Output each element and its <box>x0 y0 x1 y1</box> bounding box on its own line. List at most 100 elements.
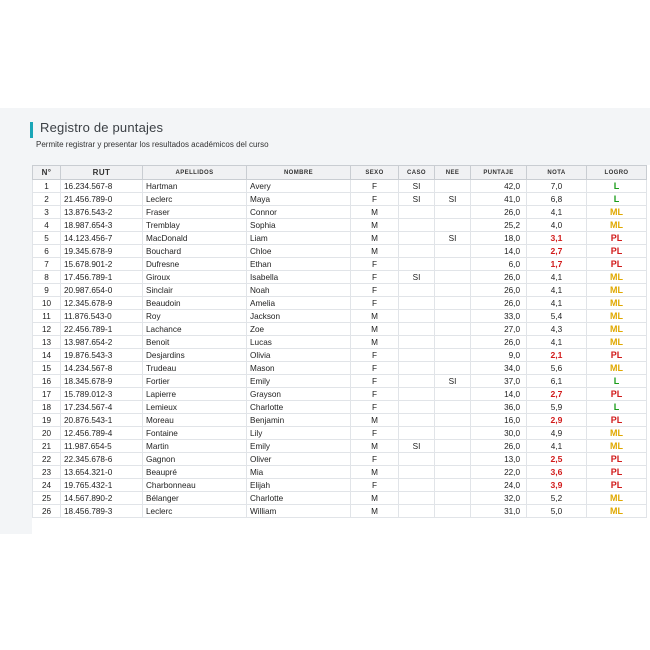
cell-apellidos: Leclerc <box>142 504 247 518</box>
cell-sexo: F <box>350 400 399 414</box>
cell-caso <box>398 244 435 258</box>
table-row[interactable]: 13 13.987.654-2 Benoit Lucas M 26,0 4,1 ML <box>32 335 647 349</box>
cell-logro: ML <box>586 205 647 219</box>
cell-logro: ML <box>586 361 647 375</box>
column-header-puntaje: PUNTAJE <box>470 165 527 180</box>
cell-rut: 14.567.890-2 <box>60 491 143 505</box>
table-row[interactable]: 18 17.234.567-4 Lemieux Charlotte F 36,0 5,9 L <box>32 400 647 414</box>
table-row[interactable]: 5 14.123.456-7 MacDonald Liam M SI 18,0 3,1 PL <box>32 231 647 245</box>
cell-logro: L <box>586 400 647 414</box>
cell-apellidos: Fontaine <box>142 426 247 440</box>
cell-nee <box>434 205 471 219</box>
cell-nombre: Ethan <box>246 257 351 271</box>
table-row[interactable]: 14 19.876.543-3 Desjardins Olivia F 9,0 2,1 PL <box>32 348 647 362</box>
cell-number: 5 <box>32 231 61 245</box>
cell-number: 26 <box>32 504 61 518</box>
cell-nombre: Olivia <box>246 348 351 362</box>
cell-apellidos: Beaupré <box>142 465 247 479</box>
cell-apellidos: Beaudoin <box>142 296 247 310</box>
cell-nota: 1,7 <box>526 257 587 271</box>
cell-sexo: F <box>350 179 399 193</box>
table-row[interactable]: 22 22.345.678-6 Gagnon Oliver F 13,0 2,5 PL <box>32 452 647 466</box>
cell-puntaje: 26,0 <box>470 296 527 310</box>
table-row[interactable]: 15 14.234.567-8 Trudeau Mason F 34,0 5,6 ML <box>32 361 647 375</box>
cell-rut: 19.876.543-3 <box>60 348 143 362</box>
cell-apellidos: Lemieux <box>142 400 247 414</box>
table-row[interactable]: 19 20.876.543-1 Moreau Benjamin M 16,0 2,9 PL <box>32 413 647 427</box>
cell-nombre: Isabella <box>246 270 351 284</box>
cell-apellidos: Giroux <box>142 270 247 284</box>
cell-nee <box>434 361 471 375</box>
cell-apellidos: Hartman <box>142 179 247 193</box>
table-row[interactable]: 23 13.654.321-0 Beaupré Mia M 22,0 3,6 PL <box>32 465 647 479</box>
cell-sexo: F <box>350 478 399 492</box>
cell-number: 19 <box>32 413 61 427</box>
table-row[interactable]: 16 18.345.678-9 Fortier Emily F SI 37,0 6,1 L <box>32 374 647 388</box>
cell-caso <box>398 309 435 323</box>
cell-sexo: F <box>350 387 399 401</box>
cell-number: 12 <box>32 322 61 336</box>
cell-number: 4 <box>32 218 61 232</box>
cell-rut: 19.345.678-9 <box>60 244 143 258</box>
cell-logro: L <box>586 179 647 193</box>
cell-nombre: Oliver <box>246 452 351 466</box>
cell-logro: PL <box>586 257 647 271</box>
cell-number: 13 <box>32 335 61 349</box>
cell-caso <box>398 465 435 479</box>
cell-nota: 4,1 <box>526 335 587 349</box>
cell-apellidos: Lachance <box>142 322 247 336</box>
table-row[interactable]: 3 13.876.543-2 Fraser Connor M 26,0 4,1 ML <box>32 205 647 219</box>
cell-puntaje: 30,0 <box>470 426 527 440</box>
cell-puntaje: 26,0 <box>470 270 527 284</box>
cell-rut: 13.987.654-2 <box>60 335 143 349</box>
table-row[interactable]: 26 18.456.789-3 Leclerc William M 31,0 5,0 ML <box>32 504 647 518</box>
table-row[interactable]: 10 12.345.678-9 Beaudoin Amelia F 26,0 4,1 ML <box>32 296 647 310</box>
cell-logro: ML <box>586 270 647 284</box>
table-row[interactable]: 21 11.987.654-5 Martin Emily M SI 26,0 4,1 ML <box>32 439 647 453</box>
cell-logro: ML <box>586 283 647 297</box>
cell-nota: 4,1 <box>526 205 587 219</box>
cell-sexo: F <box>350 426 399 440</box>
table-row[interactable]: 24 19.765.432-1 Charbonneau Elijah F 24,0 3,9 P… <box>32 478 647 492</box>
cell-puntaje: 24,0 <box>470 478 527 492</box>
table-row[interactable]: 8 17.456.789-1 Giroux Isabella F SI 26,0 4,1 ML <box>32 270 647 284</box>
cell-logro: ML <box>586 322 647 336</box>
table-row[interactable]: 7 15.678.901-2 Dufresne Ethan F 6,0 1,7 PL <box>32 257 647 271</box>
cell-caso <box>398 491 435 505</box>
cell-logro: PL <box>586 244 647 258</box>
cell-sexo: F <box>350 296 399 310</box>
cell-apellidos: Sinclair <box>142 283 247 297</box>
cell-sexo: F <box>350 374 399 388</box>
cell-number: 11 <box>32 309 61 323</box>
cell-sexo: M <box>350 231 399 245</box>
cell-number: 2 <box>32 192 61 206</box>
cell-logro: PL <box>586 465 647 479</box>
cell-nee: SI <box>434 192 471 206</box>
cell-rut: 21.456.789-0 <box>60 192 143 206</box>
table-row[interactable]: 11 11.876.543-0 Roy Jackson M 33,0 5,4 ML <box>32 309 647 323</box>
cell-caso <box>398 335 435 349</box>
cell-rut: 13.876.543-2 <box>60 205 143 219</box>
cell-nee <box>434 270 471 284</box>
cell-logro: L <box>586 374 647 388</box>
cell-logro: ML <box>586 491 647 505</box>
table-row[interactable]: 2 21.456.789-0 Leclerc Maya F SI SI 41,0 6,8 L <box>32 192 647 206</box>
cell-nee <box>434 400 471 414</box>
table-row[interactable]: 9 20.987.654-0 Sinclair Noah F 26,0 4,1 ML <box>32 283 647 297</box>
cell-rut: 11.876.543-0 <box>60 309 143 323</box>
cell-number: 8 <box>32 270 61 284</box>
table-row[interactable]: 6 19.345.678-9 Bouchard Chloe M 14,0 2,7 PL <box>32 244 647 258</box>
cell-rut: 18.345.678-9 <box>60 374 143 388</box>
table-row[interactable]: 17 15.789.012-3 Lapierre Grayson F 14,0 2,7 PL <box>32 387 647 401</box>
cell-nota: 5,4 <box>526 309 587 323</box>
cell-logro: ML <box>586 426 647 440</box>
table-row[interactable]: 25 14.567.890-2 Bélanger Charlotte M 32,0 5,2 M… <box>32 491 647 505</box>
cell-nombre: Connor <box>246 205 351 219</box>
cell-puntaje: 9,0 <box>470 348 527 362</box>
table-row[interactable]: 12 22.456.789-1 Lachance Zoe M 27,0 4,3 ML <box>32 322 647 336</box>
cell-apellidos: Desjardins <box>142 348 247 362</box>
table-row[interactable]: 20 12.456.789-4 Fontaine Lily F 30,0 4,9 ML <box>32 426 647 440</box>
cell-nee <box>434 218 471 232</box>
table-row[interactable]: 4 18.987.654-3 Tremblay Sophia M 25,2 4,0 ML <box>32 218 647 232</box>
table-row[interactable]: 1 16.234.567-8 Hartman Avery F SI 42,0 7,0 L <box>32 179 647 193</box>
